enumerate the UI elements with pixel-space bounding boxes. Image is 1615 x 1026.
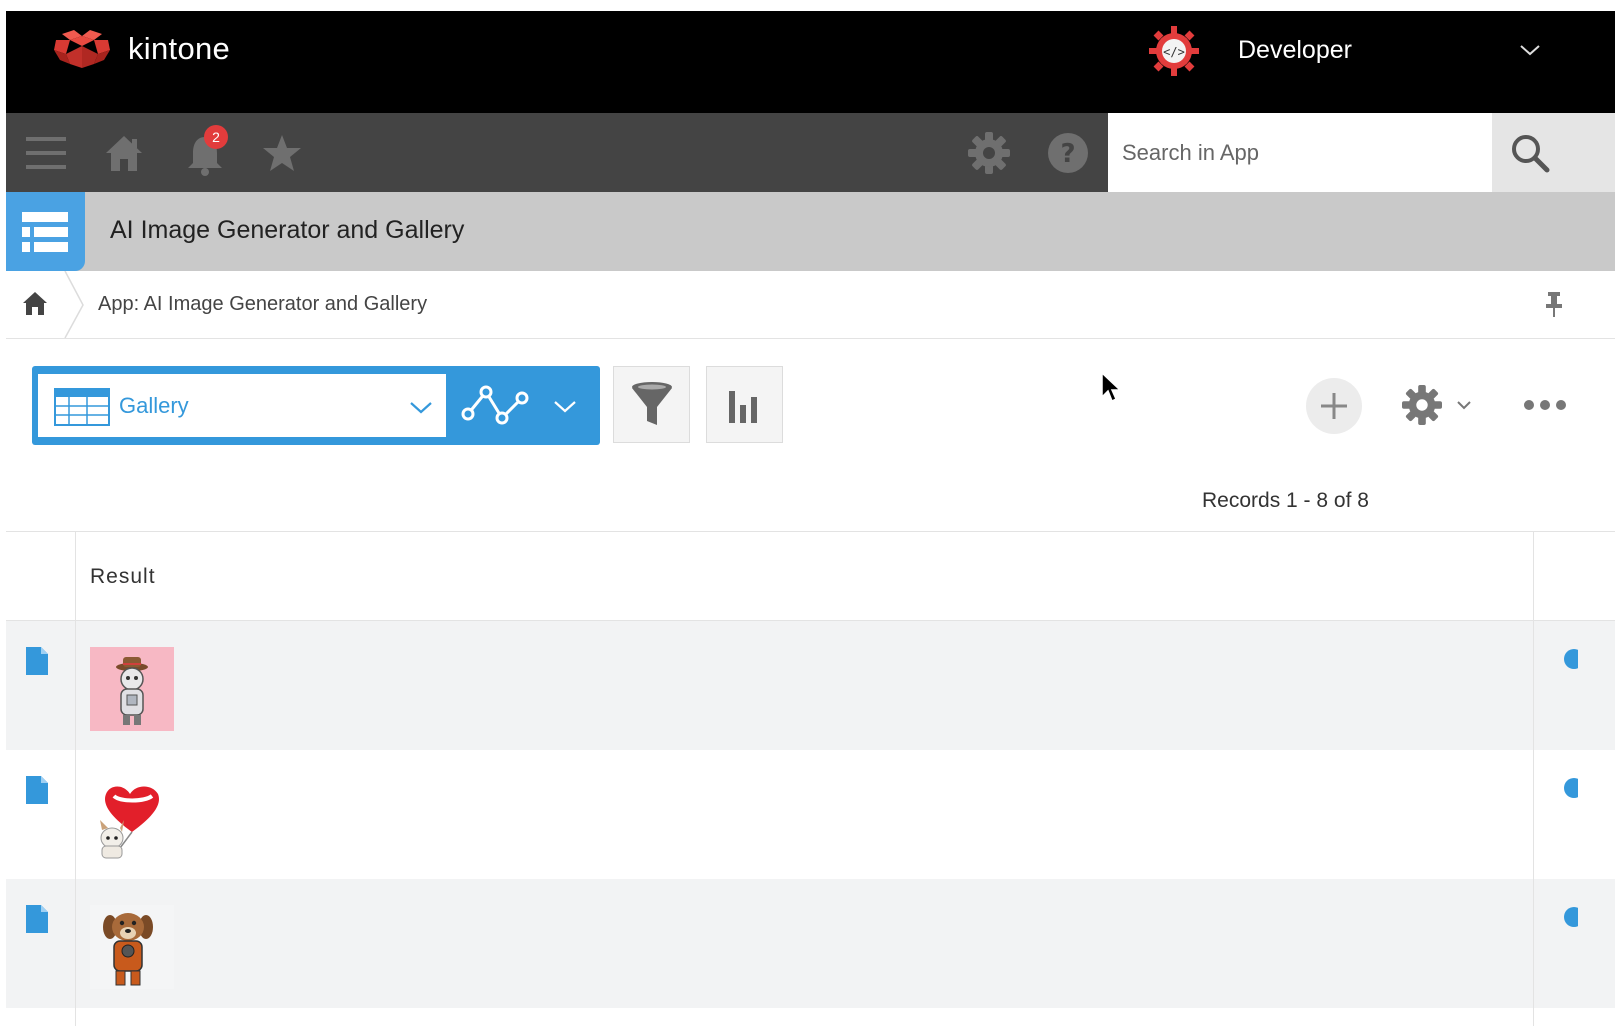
table-row[interactable] <box>6 750 1615 879</box>
app-settings-button[interactable] <box>1398 380 1478 430</box>
column-divider <box>75 531 76 1026</box>
breadcrumb: App: AI Image Generator and Gallery <box>6 271 1615 339</box>
gear-icon <box>1402 385 1442 425</box>
record-detail-icon[interactable] <box>26 776 48 804</box>
chevron-down-icon[interactable] <box>552 393 578 419</box>
more-icon <box>1524 400 1566 410</box>
gear-icon[interactable] <box>968 132 1010 174</box>
breadcrumb-separator <box>64 271 84 338</box>
global-header <box>6 11 1615 113</box>
search-input[interactable] <box>1108 113 1492 192</box>
home-icon[interactable] <box>22 290 48 316</box>
star-icon[interactable] <box>262 134 302 172</box>
filter-icon <box>632 382 672 425</box>
table-header-row: Result <box>6 531 1615 621</box>
dog-with-heart-balloon-image[interactable] <box>90 776 174 860</box>
filter-button[interactable] <box>613 366 690 443</box>
svg-text:</>: </> <box>1163 45 1185 59</box>
more-options-button[interactable] <box>1520 390 1570 420</box>
robot-cat-in-hat-image[interactable] <box>90 647 174 731</box>
table-row[interactable] <box>6 621 1615 750</box>
graph-icon[interactable] <box>460 384 532 426</box>
mouse-cursor-icon <box>1101 372 1122 403</box>
help-icon[interactable]: ? <box>1047 132 1089 174</box>
chevron-down-icon[interactable] <box>1518 38 1542 62</box>
plus-icon <box>1321 393 1347 419</box>
user-name[interactable]: Developer <box>1238 36 1352 65</box>
developer-avatar-icon[interactable]: </> <box>1148 25 1200 77</box>
records-count: Records 1 - 8 of 8 <box>1202 489 1369 512</box>
view-selected-label: Gallery <box>119 393 189 418</box>
table-view-icon <box>54 388 110 426</box>
svg-text:?: ? <box>1060 139 1075 169</box>
column-divider <box>1533 531 1534 1026</box>
search-icon <box>1512 135 1550 173</box>
view-selector: Gallery <box>32 366 600 445</box>
add-record-button[interactable] <box>1306 378 1362 434</box>
column-header-result[interactable]: Result <box>90 565 156 589</box>
record-detail-icon[interactable] <box>26 647 48 675</box>
kintone-logo-icon[interactable] <box>52 28 112 72</box>
table-row[interactable] <box>6 879 1615 1008</box>
chevron-down-icon <box>410 402 432 414</box>
records-table: Result <box>6 531 1615 1026</box>
pin-icon[interactable] <box>1544 291 1564 317</box>
chart-button[interactable] <box>706 366 783 443</box>
breadcrumb-app-link[interactable]: App: AI Image Generator and Gallery <box>98 293 427 316</box>
home-icon[interactable] <box>104 133 144 173</box>
brand-name[interactable]: kintone <box>128 31 230 67</box>
row-action-icon[interactable] <box>1558 905 1578 929</box>
notification-badge[interactable]: 2 <box>204 125 228 149</box>
bar-chart-icon <box>729 391 757 423</box>
app-title: AI Image Generator and Gallery <box>110 216 465 244</box>
app-icon[interactable] <box>6 192 85 271</box>
record-detail-icon[interactable] <box>26 905 48 933</box>
menu-icon[interactable] <box>26 135 66 171</box>
row-action-icon[interactable] <box>1558 647 1578 671</box>
search-button[interactable] <box>1492 113 1615 192</box>
dog-in-armor-image[interactable] <box>90 905 174 989</box>
row-action-icon[interactable] <box>1558 776 1578 800</box>
view-dropdown[interactable]: Gallery <box>38 374 446 437</box>
list-icon <box>22 212 68 252</box>
chevron-down-icon <box>1457 401 1471 410</box>
search-box <box>1108 113 1492 192</box>
